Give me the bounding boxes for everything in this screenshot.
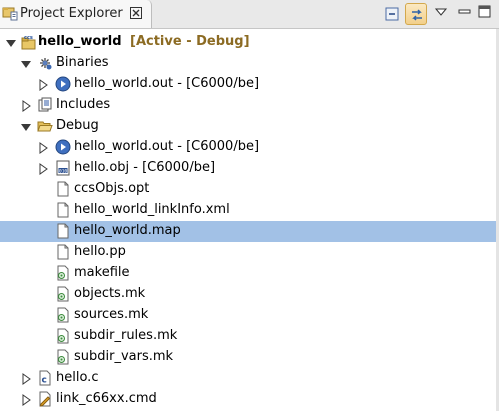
tree-row-map-selected[interactable]: hello_world.map	[0, 221, 496, 242]
chevron-down-icon[interactable]	[19, 120, 33, 134]
tree-row-objects-mk[interactable]: objects.mk	[0, 284, 499, 305]
tree-row-debug-out[interactable]: hello_world.out - [C6000/be]	[0, 137, 499, 158]
tree-row-project[interactable]: ccs hello_world [Active - Debug]	[0, 32, 499, 53]
tree-row-subdir-rules[interactable]: subdir_rules.mk	[0, 326, 499, 347]
file-label: link_c66xx.cmd	[56, 391, 157, 406]
tree-row-hello-obj[interactable]: 010 hello.obj - [C6000/be]	[0, 158, 499, 179]
chevron-down-icon[interactable]	[4, 36, 18, 50]
file-label: subdir_rules.mk	[74, 328, 178, 343]
file-label: hello_world.map	[74, 223, 181, 238]
makefile-icon	[55, 265, 71, 281]
project-explorer-view: Project Explorer ccs hello_world [Active…	[0, 0, 499, 411]
c-source-icon: c	[37, 370, 53, 386]
tree-row-hello-c[interactable]: c hello.c	[0, 368, 499, 389]
tree-row-binaries[interactable]: Binaries	[0, 53, 499, 74]
file-label: hello.c	[56, 370, 99, 385]
tree-row-ccsobjs[interactable]: ccsObjs.opt	[0, 179, 499, 200]
project-active-status: [Active - Debug]	[130, 34, 250, 49]
view-header: Project Explorer	[0, 0, 499, 29]
tree-row-linkinfo[interactable]: hello_world_linkInfo.xml	[0, 200, 499, 221]
tree-row-makefile[interactable]: makefile	[0, 263, 499, 284]
project-explorer-icon	[2, 5, 18, 21]
close-icon[interactable]	[129, 5, 143, 21]
project-name: hello_world	[38, 34, 122, 49]
project-tree[interactable]: ccs hello_world [Active - Debug] Binarie…	[0, 29, 499, 411]
tree-row-subdir-vars[interactable]: subdir_vars.mk	[0, 347, 499, 368]
chevron-right-icon[interactable]	[19, 393, 33, 407]
minimize-button[interactable]	[456, 3, 474, 25]
text-file-icon	[55, 181, 71, 197]
file-label: sources.mk	[74, 307, 149, 322]
view-menu-button[interactable]	[433, 3, 449, 25]
file-label: makefile	[74, 265, 130, 280]
binaries-icon	[37, 55, 53, 71]
chevron-right-icon[interactable]	[19, 372, 33, 386]
tree-row-includes[interactable]: Includes	[0, 95, 499, 116]
makefile-icon	[55, 286, 71, 302]
chevron-right-icon[interactable]	[19, 99, 33, 113]
file-label: hello_world.out - [C6000/be]	[74, 139, 260, 154]
link-with-editor-button[interactable]	[405, 3, 427, 25]
file-label: objects.mk	[74, 286, 146, 301]
includes-icon	[37, 97, 53, 113]
debug-label: Debug	[56, 118, 99, 133]
chevron-right-icon[interactable]	[36, 162, 50, 176]
folder-open-icon	[37, 118, 53, 134]
makefile-icon	[55, 349, 71, 365]
project-explorer-tab[interactable]: Project Explorer	[0, 0, 152, 28]
maximize-button[interactable]	[476, 3, 496, 25]
file-label: subdir_vars.mk	[74, 349, 174, 364]
tab-title: Project Explorer	[20, 6, 123, 21]
file-label: ccsObjs.opt	[74, 181, 150, 196]
chevron-down-icon[interactable]	[19, 57, 33, 71]
tree-row-hello-pp[interactable]: hello.pp	[0, 242, 499, 263]
makefile-icon	[55, 328, 71, 344]
svg-text:ccs: ccs	[24, 35, 33, 41]
binary-label: hello_world.out - [C6000/be]	[74, 76, 260, 91]
chevron-right-icon[interactable]	[36, 141, 50, 155]
svg-text:010: 010	[59, 168, 67, 174]
linker-command-file-icon	[37, 391, 53, 407]
text-file-icon	[55, 223, 71, 239]
binaries-label: Binaries	[56, 55, 109, 70]
executable-icon	[55, 139, 71, 155]
tree-row-link-cmd[interactable]: link_c66xx.cmd	[0, 389, 499, 410]
file-label: hello_world_linkInfo.xml	[74, 202, 230, 217]
makefile-icon	[55, 307, 71, 323]
chevron-right-icon[interactable]	[36, 78, 50, 92]
text-file-icon	[55, 202, 71, 218]
tree-row-binary-out[interactable]: hello_world.out - [C6000/be]	[0, 74, 499, 95]
svg-text:c: c	[42, 376, 47, 386]
executable-icon	[55, 76, 71, 92]
file-label: hello.obj - [C6000/be]	[74, 160, 216, 175]
tree-row-debug[interactable]: Debug	[0, 116, 499, 137]
ccs-project-icon: ccs	[21, 34, 37, 50]
text-file-icon	[55, 244, 71, 260]
collapse-all-button[interactable]	[381, 3, 403, 25]
includes-label: Includes	[56, 97, 111, 112]
tree-row-sources-mk[interactable]: sources.mk	[0, 305, 499, 326]
file-label: hello.pp	[74, 244, 126, 259]
object-file-icon: 010	[55, 160, 71, 176]
